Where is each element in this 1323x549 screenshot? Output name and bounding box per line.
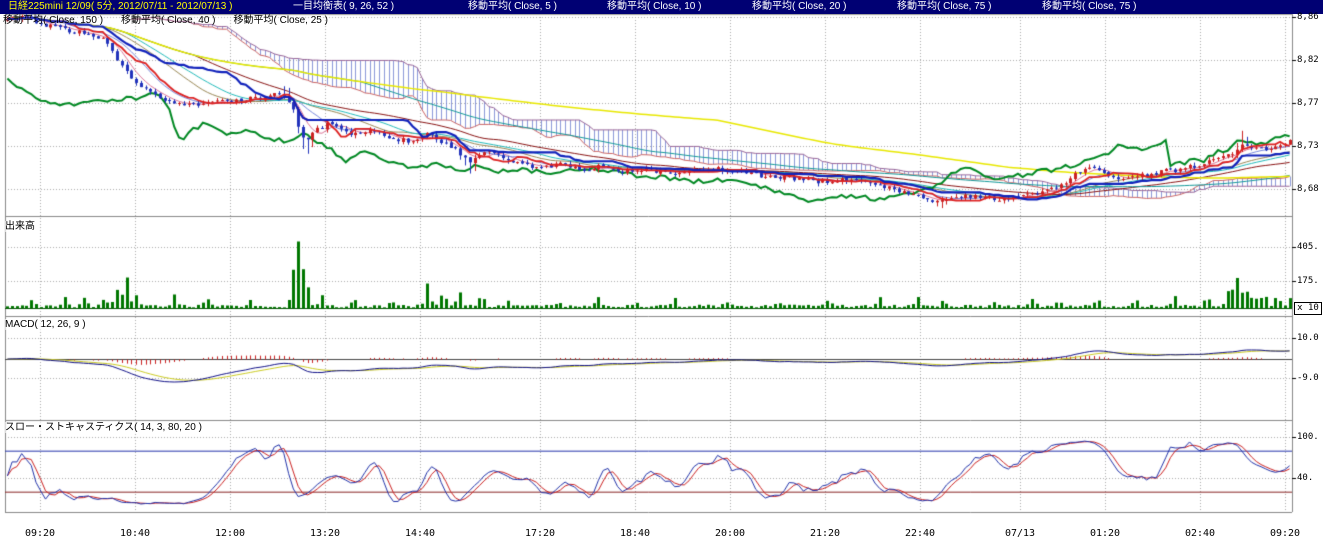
indicator-label-ma10: 移動平均( Close, 10 ) — [607, 1, 701, 13]
indicator-label-ma150: 移動平均( Close, 150 ) — [3, 15, 103, 27]
macd-pane-title: MACD( 12, 26, 9 ) — [5, 319, 86, 330]
indicator-label-ma75-2: 移動平均( Close, 75 ) — [1042, 1, 1136, 13]
volume-unit-badge: x 10 — [1294, 302, 1322, 315]
indicator-label-ma75: 移動平均( Close, 75 ) — [897, 1, 991, 13]
indicator-label-ma5: 移動平均( Close, 5 ) — [468, 1, 557, 13]
volume-pane-title: 出来高 — [5, 221, 35, 232]
indicator-label-ma20: 移動平均( Close, 20 ) — [752, 1, 846, 13]
header-bar: 日経225mini 12/09( 5分, 2012/07/11 - 2012/0… — [0, 0, 1323, 14]
header-row2: 移動平均( Close, 150 ) 移動平均( Close, 40 ) 移動平… — [3, 15, 328, 27]
stoch-pane-title: スロー・ストキャスティクス( 14, 3, 80, 20 ) — [5, 422, 202, 433]
instrument-title: 日経225mini 12/09( 5分, 2012/07/11 - 2012/0… — [8, 1, 232, 13]
indicator-label-ma40: 移動平均( Close, 40 ) — [121, 15, 215, 27]
price-chart-canvas[interactable] — [0, 0, 1323, 549]
indicator-label-ma25: 移動平均( Close, 25 ) — [234, 15, 328, 27]
indicator-label-ichimoku: 一目均衡表( 9, 26, 52 ) — [293, 1, 394, 13]
trading-chart-window: 日経225mini 12/09( 5分, 2012/07/11 - 2012/0… — [0, 0, 1323, 549]
